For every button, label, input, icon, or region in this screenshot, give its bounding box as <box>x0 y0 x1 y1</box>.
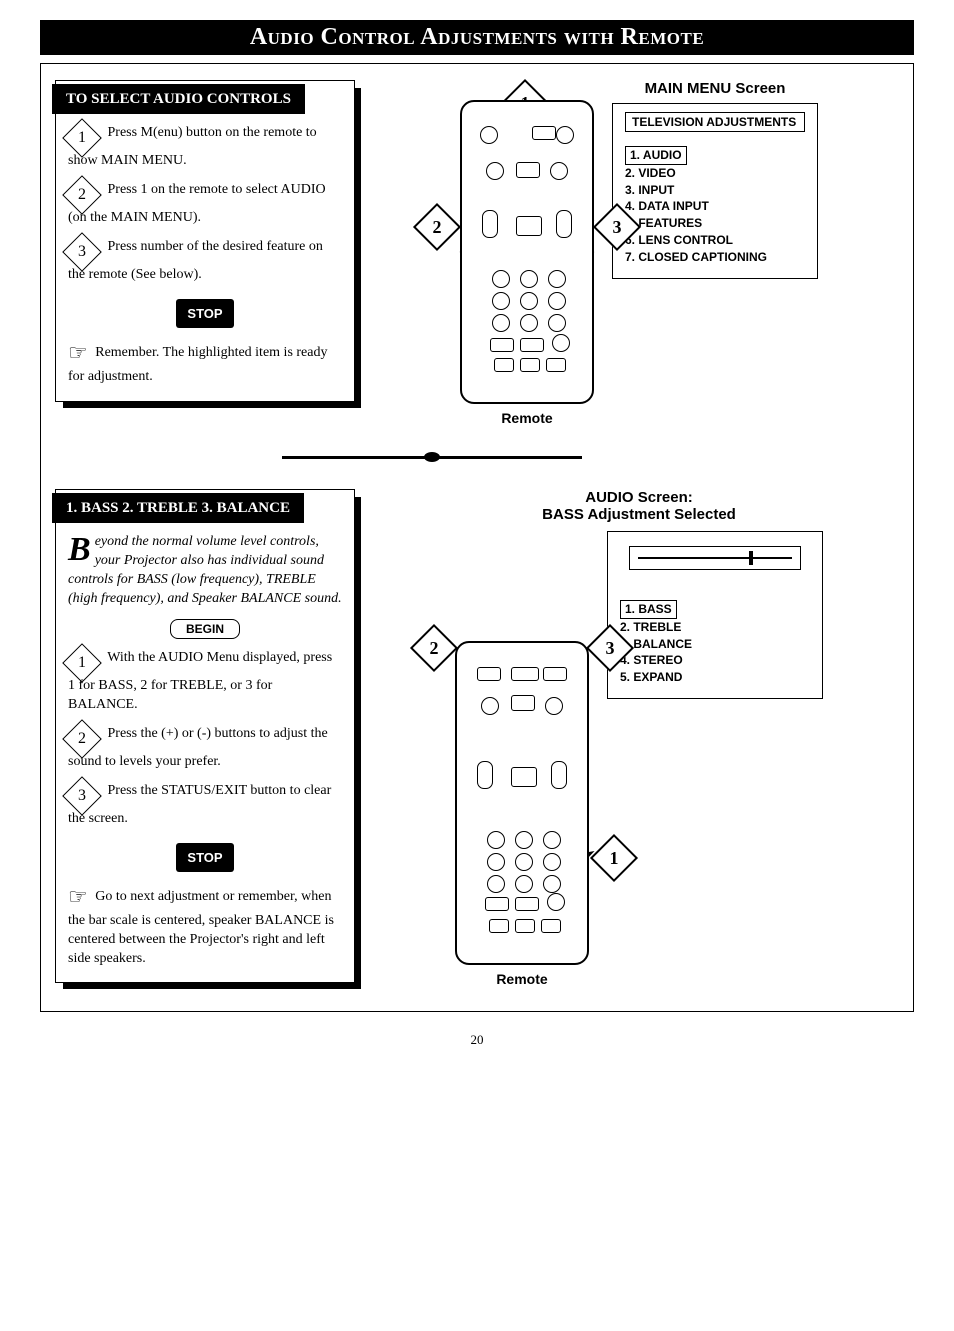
stop-badge: STOP <box>176 299 234 329</box>
audio-screen-title-2: BASS Adjustment Selected <box>379 506 899 523</box>
page-number: 20 <box>40 1032 914 1048</box>
begin-badge: BEGIN <box>170 619 240 639</box>
menu-item: 7. CLOSED CAPTIONING <box>625 249 805 266</box>
section-2: 1. BASS 2. TREBLE 3. BALANCE Beyond the … <box>55 489 899 987</box>
menu-header: TELEVISION ADJUSTMENTS <box>625 112 805 132</box>
step-number-icon: 3 <box>62 776 102 816</box>
section2-header: 1. BASS 2. TREBLE 3. BALANCE <box>52 493 304 523</box>
hand-note-icon: ☞ <box>68 338 88 368</box>
intro-text: Beyond the normal volume level controls,… <box>68 533 342 609</box>
stop-badge: STOP <box>176 843 234 873</box>
instructions-panel-2: 1. BASS 2. TREBLE 3. BALANCE Beyond the … <box>55 489 355 983</box>
step-1: 1 Press M(enu) button on the remote to s… <box>68 124 342 171</box>
note-1: ☞ Remember. The highlighted item is read… <box>68 338 342 387</box>
step-3: 3 Press number of the desired feature on… <box>68 238 342 285</box>
step-3: 3 Press the STATUS/EXIT button to clear … <box>68 782 342 829</box>
step-2: 2 Press 1 on the remote to select AUDIO … <box>68 181 342 228</box>
main-menu-title: MAIN MENU Screen <box>612 80 818 97</box>
remote-label: Remote <box>455 971 589 987</box>
step-number-icon: 2 <box>62 719 102 759</box>
menu-item: 4. DATA INPUT <box>625 198 805 215</box>
menu-item: 5. EXPAND <box>620 669 810 686</box>
audio-menu-list: 1. BASS 2. TREBLE 3. BALANCE 4. STEREO 5… <box>620 600 810 686</box>
main-menu-box: TELEVISION ADJUSTMENTS 1. AUDIO 2. VIDEO… <box>612 103 818 279</box>
menu-item: 3. INPUT <box>625 182 805 199</box>
audio-screen-title-1: AUDIO Screen: <box>379 489 899 506</box>
section-divider <box>282 456 582 459</box>
menu-item: 2. TREBLE <box>620 619 810 636</box>
section-1: TO SELECT AUDIO CONTROLS 1 Press M(enu) … <box>55 80 899 426</box>
menu-item: 6. LENS CONTROL <box>625 232 805 249</box>
step-number-icon: 1 <box>62 643 102 683</box>
step-2: 2 Press the (+) or (-) buttons to adjust… <box>68 725 342 772</box>
step-number-icon: 2 <box>62 175 102 215</box>
step-1: 1 With the AUDIO Menu displayed, press 1… <box>68 649 342 715</box>
hand-note-icon: ☞ <box>68 882 88 912</box>
instructions-panel-1: TO SELECT AUDIO CONTROLS 1 Press M(enu) … <box>55 80 355 402</box>
page-outer-box: TO SELECT AUDIO CONTROLS 1 Press M(enu) … <box>40 63 914 1012</box>
menu-item-selected: 1. BASS <box>620 600 677 619</box>
note-2: ☞ Go to next adjustment or remember, whe… <box>68 882 342 968</box>
section1-header: TO SELECT AUDIO CONTROLS <box>52 84 305 114</box>
step-number-icon: 3 <box>62 232 102 272</box>
audio-menu-box: 1. BASS 2. TREBLE 3. BALANCE 4. STEREO 5… <box>607 531 823 699</box>
remote-label: Remote <box>460 410 594 426</box>
main-menu-list: 1. AUDIO 2. VIDEO 3. INPUT 4. DATA INPUT… <box>625 146 805 266</box>
bass-slider <box>629 546 801 570</box>
menu-item-selected: 1. AUDIO <box>625 146 687 165</box>
remote-illustration-2: 2 ➤ 3 ➤ 1 ➤ <box>455 641 589 987</box>
page-title: Audio Control Adjustments with Remote <box>40 20 914 55</box>
menu-item: 2. VIDEO <box>625 165 805 182</box>
menu-item: 3. BALANCE <box>620 636 810 653</box>
remote-illustration-1: 1 ➤ 2 ➤ 3 ➤ <box>460 100 594 426</box>
menu-item: 4. STEREO <box>620 652 810 669</box>
menu-item: 5. FEATURES <box>625 215 805 232</box>
